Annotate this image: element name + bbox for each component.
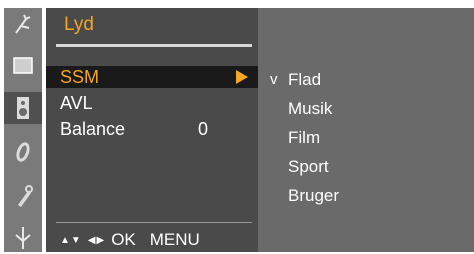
title-divider	[56, 44, 252, 47]
submenu-item-flad[interactable]: Flad	[288, 69, 321, 91]
check-mark-icon: v	[270, 71, 278, 88]
picture-icon[interactable]	[8, 50, 38, 82]
antenna-icon[interactable]	[8, 10, 38, 42]
help-bar: ▲▼ ◀▶ OK MENU	[60, 230, 200, 250]
updown-arrows-icon: ▲▼	[60, 234, 82, 246]
submenu-arrow-icon	[236, 70, 248, 84]
menu-item-label: Balance	[60, 119, 126, 139]
ssm-submenu-panel: v Flad Musik Film Sport Bruger	[258, 8, 474, 252]
key-icon[interactable]	[8, 180, 38, 212]
input-icon[interactable]	[8, 222, 38, 254]
sound-menu-panel: Lyd SSM AVL Balance 0 ▲▼ ◀▶ OK MENU	[46, 8, 258, 252]
submenu-item-musik[interactable]: Musik	[288, 98, 332, 120]
submenu-item-sport[interactable]: Sport	[288, 156, 329, 178]
menu-item-balance[interactable]: Balance 0	[46, 118, 258, 140]
osd-screen: Lyd SSM AVL Balance 0 ▲▼ ◀▶ OK MENU v Fl…	[0, 0, 474, 254]
menu-item-label: AVL	[60, 93, 93, 113]
help-menu-label: MENU	[149, 230, 200, 249]
category-iconbar	[4, 8, 42, 252]
menu-title: Lyd	[64, 14, 94, 35]
help-ok-label: OK	[111, 230, 136, 249]
menu-item-avl[interactable]: AVL	[46, 92, 258, 114]
leftright-arrows-icon: ◀▶	[87, 234, 106, 246]
balance-value: 0	[198, 119, 209, 139]
submenu-item-bruger[interactable]: Bruger	[288, 185, 339, 207]
speaker-icon[interactable]	[4, 92, 42, 124]
help-divider	[56, 222, 252, 223]
menu-item-ssm[interactable]: SSM	[46, 66, 258, 88]
submenu-item-film[interactable]: Film	[288, 127, 320, 149]
menu-item-label: SSM	[60, 67, 100, 87]
clock-icon[interactable]	[8, 136, 38, 168]
